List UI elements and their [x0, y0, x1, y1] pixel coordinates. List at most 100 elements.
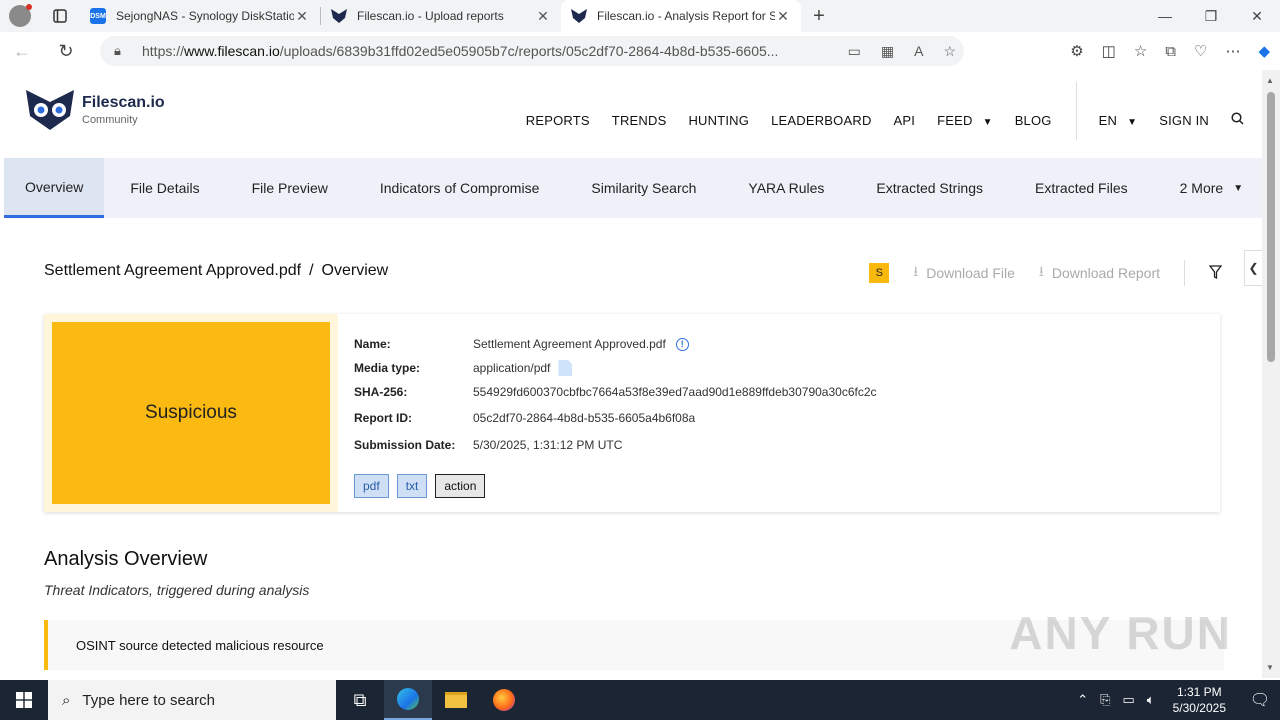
split-screen-icon[interactable]: ◫	[1102, 42, 1116, 60]
start-button[interactable]	[0, 680, 48, 720]
tab-yara-rules[interactable]: YARA Rules	[722, 158, 850, 218]
tab-indicators-of-compromise[interactable]: Indicators of Compromise	[354, 158, 566, 218]
close-window-icon[interactable]: ✕	[1234, 0, 1280, 32]
read-aloud-icon[interactable]: A	[914, 43, 923, 59]
windows-taskbar: ⌕ Type here to search ⧉ ⌃ ⎘ ▭ 🔈︎ 1:31 PM…	[0, 680, 1280, 720]
nav-divider	[1075, 82, 1077, 140]
scrollbar-thumb[interactable]	[1267, 92, 1275, 362]
page-scrollbar[interactable]: ▲ ▼	[1262, 70, 1280, 678]
tab-more[interactable]: 2 More ▼	[1154, 158, 1262, 218]
search-placeholder: Type here to search	[82, 691, 215, 709]
extensions-icon[interactable]: ⚙	[1070, 42, 1083, 60]
browser-tab-analysis-report[interactable]: Filescan.io - Analysis Report for S ✕	[561, 0, 801, 32]
detail-label: Name:	[354, 337, 391, 351]
copilot-icon[interactable]: ◆	[1258, 42, 1270, 60]
detail-row-name: Name: Settlement Agreement Approved.pdf!	[354, 332, 877, 356]
taskbar-search[interactable]: ⌕ Type here to search	[48, 680, 336, 720]
download-file-button[interactable]: ⭳ Download File	[913, 261, 1015, 285]
section-subtitle: Threat Indicators, triggered during anal…	[44, 582, 310, 598]
task-view-icon[interactable]: ⧉	[336, 680, 384, 720]
collections-icon[interactable]: ⧉	[1165, 43, 1176, 60]
restore-icon[interactable]: ❐	[1188, 0, 1234, 32]
tab-file-preview[interactable]: File Preview	[226, 158, 354, 218]
nav-reports[interactable]: REPORTS	[526, 113, 590, 128]
nav-blog[interactable]: BLOG	[1015, 113, 1052, 128]
tab-overview[interactable]: Overview	[4, 158, 105, 218]
network-device-icon[interactable]: ⎘	[1100, 692, 1110, 708]
site-logo[interactable]: Filescan.io Community	[24, 88, 165, 132]
site-header: Filescan.io Community REPORTS TRENDS HUN…	[4, 70, 1262, 158]
chevron-left-icon: ❮	[1248, 261, 1259, 275]
logo-subtitle: Community	[82, 114, 138, 126]
performance-icon[interactable]: ♡	[1194, 42, 1207, 60]
windows-logo-icon	[16, 692, 32, 708]
url-action-icons: ▭ ▦ A ☆	[848, 36, 956, 66]
file-summary-card: Suspicious Name: Settlement Agreement Ap…	[44, 314, 1220, 512]
search-icon[interactable]	[1231, 112, 1244, 128]
clock[interactable]: 1:31 PM 5/30/2025	[1173, 684, 1226, 716]
file-icon	[558, 360, 573, 376]
tag-action[interactable]: action	[435, 474, 486, 498]
new-tab-button[interactable]: +	[801, 5, 837, 28]
nav-trends[interactable]: TRENDS	[612, 113, 667, 128]
tag-pdf[interactable]: pdf	[354, 474, 389, 498]
owl-favicon-icon	[331, 8, 347, 24]
volume-icon[interactable]: 🔈︎	[1147, 692, 1155, 708]
detail-value: Settlement Agreement Approved.pdf!	[473, 337, 689, 351]
tray-chevron-up-icon[interactable]: ⌃	[1077, 692, 1088, 708]
nav-hunting[interactable]: HUNTING	[688, 113, 749, 128]
breadcrumb-filename[interactable]: Settlement Agreement Approved.pdf	[44, 262, 301, 279]
chevron-down-icon: ▼	[1127, 116, 1138, 128]
app-available-icon[interactable]: ▭	[848, 43, 861, 60]
tab-extracted-files[interactable]: Extracted Files	[1009, 158, 1154, 218]
detail-value[interactable]: 05c2df70-2864-4b8d-b535-6605a4b6f08a	[473, 411, 695, 425]
download-icon: ⭳	[1038, 263, 1044, 279]
search-icon: ⌕	[62, 691, 71, 709]
detail-value: application/pdf	[473, 360, 573, 376]
grid-icon[interactable]: ▦	[881, 43, 894, 60]
tab-actions-button[interactable]	[40, 0, 80, 32]
network-icon[interactable]: ▭	[1123, 692, 1135, 708]
logo-name: Filescan.io	[82, 94, 165, 111]
nav-leaderboard[interactable]: LEADERBOARD	[771, 113, 871, 128]
profile-avatar[interactable]	[0, 0, 40, 32]
web-page: Filescan.io Community REPORTS TRENDS HUN…	[4, 70, 1262, 678]
main-nav: REPORTS TRENDS HUNTING LEADERBOARD API F…	[504, 82, 1244, 140]
browser-tab-upload-reports[interactable]: Filescan.io - Upload reports ✕	[321, 0, 561, 32]
favorite-star-icon[interactable]: ☆	[943, 43, 956, 60]
notification-icon[interactable]: 🗨︎	[1240, 690, 1280, 710]
file-explorer-icon[interactable]	[432, 680, 480, 720]
close-tab-icon[interactable]: ✕	[775, 8, 791, 25]
firefox-icon[interactable]	[480, 680, 528, 720]
url-field[interactable]: 🔒︎ https://www.filescan.io/uploads/6839b…	[100, 36, 964, 66]
owl-favicon-icon	[571, 8, 587, 24]
language-selector[interactable]: EN ▼	[1099, 113, 1138, 128]
nav-api[interactable]: API	[894, 113, 916, 128]
more-menu-icon[interactable]: ⋯	[1225, 42, 1240, 60]
nav-feed[interactable]: FEED ▼	[937, 113, 993, 128]
filter-icon[interactable]	[1208, 264, 1223, 282]
url-text: https://www.filescan.io/uploads/6839b31f…	[142, 43, 779, 59]
tag-txt[interactable]: txt	[396, 474, 428, 498]
scroll-up-icon[interactable]: ▲	[1266, 76, 1274, 85]
favorites-icon[interactable]: ☆	[1134, 42, 1147, 60]
close-tab-icon[interactable]: ✕	[535, 8, 551, 25]
detail-row-sha256: SHA-256: 554929fd600370cbfbc7664a53f8e39…	[354, 380, 877, 404]
edge-icon[interactable]	[384, 680, 432, 720]
download-report-button[interactable]: ⭳ Download Report	[1039, 261, 1160, 285]
side-panel-toggle[interactable]: ❮	[1244, 250, 1262, 286]
browser-tab-synology[interactable]: DSM SejongNAS - Synology DiskStatio ✕	[80, 0, 320, 32]
tab-extracted-strings[interactable]: Extracted Strings	[850, 158, 1009, 218]
info-icon[interactable]: !	[675, 337, 689, 351]
tab-similarity-search[interactable]: Similarity Search	[565, 158, 722, 218]
detail-value[interactable]: 554929fd600370cbfbc7664a53f8e39ed7aad90d…	[473, 385, 877, 399]
close-tab-icon[interactable]: ✕	[294, 8, 310, 25]
sign-in-link[interactable]: SIGN IN	[1159, 113, 1209, 128]
actions-divider	[1184, 260, 1185, 286]
refresh-button[interactable]: ↻	[44, 32, 88, 70]
download-icon: ⭳	[913, 263, 919, 279]
scroll-down-icon[interactable]: ▼	[1266, 663, 1274, 672]
minimize-icon[interactable]: —	[1142, 0, 1188, 32]
tab-file-details[interactable]: File Details	[104, 158, 225, 218]
back-button[interactable]: ←	[0, 32, 44, 70]
